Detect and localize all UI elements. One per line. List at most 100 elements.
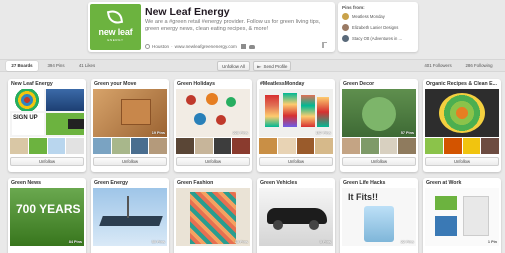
logo-subtext: ENERGY: [107, 38, 124, 42]
board-thumbnail[interactable]: [47, 138, 66, 154]
board-thumbnail[interactable]: [130, 138, 149, 154]
cover-text: 700 YEARS: [16, 202, 81, 216]
board-thumbnail[interactable]: [66, 138, 84, 154]
tab-pins[interactable]: 394 Pins: [42, 61, 70, 71]
board-cover[interactable]: 228 Pins: [176, 89, 250, 137]
unfollow-button[interactable]: Unfollow: [342, 157, 416, 166]
board-cover[interactable]: 50 Pins: [93, 188, 167, 246]
tab-boards[interactable]: 27 Boards: [6, 61, 38, 71]
pins-from-item[interactable]: Stacy Ott (Adventures in ...: [342, 35, 414, 42]
board-thumbnails[interactable]: [425, 138, 499, 154]
location-icon: [145, 44, 150, 49]
send-profile-label: Send Profile: [263, 64, 288, 69]
board-cover[interactable]: It Fits!! 22 Pins: [342, 188, 416, 246]
board-thumbnail[interactable]: [28, 138, 47, 154]
pins-from-item[interactable]: Elizabeth Lanier Designs: [342, 24, 414, 31]
twitter-icon[interactable]: [248, 44, 255, 49]
send-icon: [256, 65, 262, 69]
logo-text: new leaf: [98, 27, 133, 37]
board-cover[interactable]: 57 Pins: [342, 89, 416, 137]
board-card[interactable]: Green News 700 YEARS 84 Pins: [8, 178, 86, 253]
board-thumbnail[interactable]: [111, 138, 130, 154]
board-cover[interactable]: [425, 89, 499, 137]
board-title: New Leaf Energy: [11, 81, 53, 87]
board-thumbnail[interactable]: [342, 138, 360, 154]
board-thumbnail[interactable]: [10, 138, 28, 154]
board-thumbnail[interactable]: [360, 138, 379, 154]
board-cover[interactable]: SIGN UP: [10, 89, 84, 137]
profile-logo[interactable]: new leaf ENERGY: [90, 4, 141, 50]
profile-location: Houston: [152, 44, 170, 49]
board-card[interactable]: Green at Work 1 Pin: [423, 178, 501, 253]
board-card[interactable]: Green Life Hacks It Fits!! 22 Pins: [340, 178, 418, 253]
pins-from-item[interactable]: Meatless Monday: [342, 13, 414, 20]
board-thumbnail[interactable]: [277, 138, 296, 154]
board-thumbnail[interactable]: [213, 138, 232, 154]
board-title: Green Holidays: [177, 81, 216, 87]
flag-icon[interactable]: [322, 42, 327, 48]
board-card[interactable]: #MeatlessMonday 167 Pins Unfollow: [257, 79, 335, 172]
unfollow-all-button[interactable]: Unfollow All: [217, 61, 250, 71]
avatar: [342, 35, 349, 42]
board-title: Green Fashion: [177, 180, 214, 186]
board-thumbnails[interactable]: [342, 138, 416, 154]
unfollow-button[interactable]: Unfollow: [10, 157, 84, 166]
pin-count: 84 Pins: [68, 240, 82, 244]
leaf-icon: [106, 8, 124, 26]
board-title: #MeatlessMonday: [260, 81, 305, 87]
unfollow-button[interactable]: Unfollow: [93, 157, 167, 166]
tab-following[interactable]: 286 Following: [460, 61, 498, 71]
board-cover[interactable]: 15 Pins: [176, 188, 250, 246]
board-card[interactable]: New Leaf Energy SIGN UP Unfollow: [8, 79, 86, 172]
board-thumbnail[interactable]: [194, 138, 213, 154]
board-cover[interactable]: 5 Pins: [259, 188, 333, 246]
pin-count: 5 Pins: [319, 240, 331, 244]
board-title: Green Life Hacks: [343, 180, 386, 186]
board-cover[interactable]: 1 Pin: [425, 188, 499, 246]
tab-followers[interactable]: 401 Followers: [420, 61, 456, 71]
board-thumbnail[interactable]: [93, 138, 111, 154]
board-thumbnail[interactable]: [296, 138, 315, 154]
profile-card: new leaf ENERGY New Leaf Energy We are a…: [88, 2, 335, 52]
board-thumbnails[interactable]: [93, 138, 167, 154]
send-profile-button[interactable]: Send Profile: [253, 61, 291, 71]
board-thumbnail[interactable]: [398, 138, 416, 154]
board-thumbnail[interactable]: [481, 138, 499, 154]
cover-text: It Fits!!: [348, 192, 378, 202]
board-title: Green your Move: [94, 81, 137, 87]
board-card[interactable]: Organic Recipes & Clean E... Unfollow: [423, 79, 501, 172]
board-thumbnail[interactable]: [149, 138, 167, 154]
profile-website-link[interactable]: www.newleafgreenenergy.com: [175, 44, 237, 49]
unfollow-button[interactable]: Unfollow: [176, 157, 250, 166]
facebook-icon[interactable]: [240, 44, 246, 49]
board-cover[interactable]: 700 YEARS 84 Pins: [10, 188, 84, 246]
unfollow-button[interactable]: Unfollow: [425, 157, 499, 166]
board-card[interactable]: Green Energy 50 Pins: [91, 178, 169, 253]
avatar: [342, 13, 349, 20]
board-card[interactable]: Green your Move 19 Pins Unfollow: [91, 79, 169, 172]
board-title: Green Energy: [94, 180, 129, 186]
board-card[interactable]: Green Vehicles 5 Pins: [257, 178, 335, 253]
board-thumbnail[interactable]: [315, 138, 333, 154]
board-thumbnail[interactable]: [232, 138, 250, 154]
profile-meta: Houston · www.newleafgreenenergy.com: [145, 43, 255, 50]
tab-likes[interactable]: 41 Likes: [74, 61, 100, 71]
board-thumbnail[interactable]: [443, 138, 462, 154]
board-thumbnails[interactable]: [259, 138, 333, 154]
board-card[interactable]: Green Decor 57 Pins Unfollow: [340, 79, 418, 172]
board-thumbnails[interactable]: [176, 138, 250, 154]
pins-from-label: Elizabeth Lanier Designs: [352, 25, 399, 30]
board-card[interactable]: Green Fashion 15 Pins: [174, 178, 252, 253]
board-thumbnail[interactable]: [259, 138, 277, 154]
board-card[interactable]: Green Holidays 228 Pins Unfollow: [174, 79, 252, 172]
unfollow-button[interactable]: Unfollow: [259, 157, 333, 166]
board-title: Organic Recipes & Clean E...: [426, 81, 497, 87]
board-thumbnails[interactable]: [10, 138, 84, 154]
board-thumbnail[interactable]: [379, 138, 398, 154]
board-cover[interactable]: 167 Pins: [259, 89, 333, 137]
board-cover[interactable]: 19 Pins: [93, 89, 167, 137]
board-thumbnail[interactable]: [425, 138, 443, 154]
board-thumbnail[interactable]: [462, 138, 481, 154]
pin-count: 50 Pins: [151, 240, 165, 244]
board-thumbnail[interactable]: [176, 138, 194, 154]
